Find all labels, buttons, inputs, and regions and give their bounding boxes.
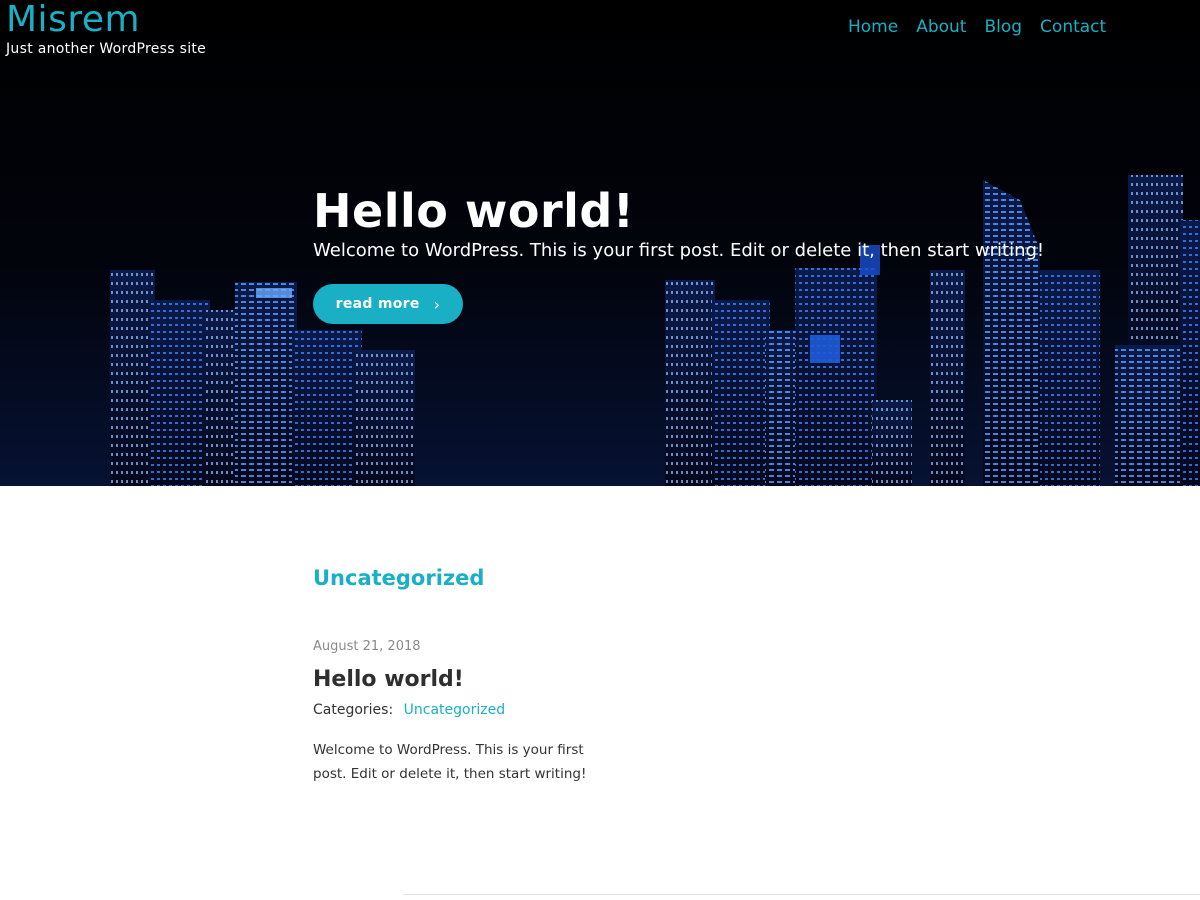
divider <box>403 894 1200 895</box>
nav-item-contact[interactable]: Contact <box>1040 17 1106 37</box>
post-categories: Categories: Uncategorized <box>313 702 1200 718</box>
hero-section: Misrem Just another WordPress site Home … <box>0 0 1200 486</box>
post-date: August 21, 2018 <box>313 639 421 654</box>
hero-excerpt: Welcome to WordPress. This is your first… <box>313 240 1045 261</box>
nav-item-about[interactable]: About <box>916 17 966 37</box>
read-more-button[interactable]: read more › <box>313 284 463 324</box>
site-title[interactable]: Misrem <box>6 0 206 40</box>
post-title[interactable]: Hello world! <box>313 667 1200 692</box>
hero-content: Hello world! Welcome to WordPress. This … <box>313 183 1093 324</box>
category-link[interactable]: Uncategorized <box>404 702 505 718</box>
site-branding: Misrem Just another WordPress site <box>6 0 206 57</box>
hero-title[interactable]: Hello world! <box>313 183 1093 239</box>
post-card: August 21, 2018 Hello world! Categories:… <box>313 639 1200 786</box>
nav-item-home[interactable]: Home <box>848 17 898 37</box>
read-more-label: read more <box>335 296 420 312</box>
post-excerpt: Welcome to WordPress. This is your first… <box>313 742 587 782</box>
main-content: Uncategorized August 21, 2018 Hello worl… <box>313 486 1200 786</box>
site-tagline: Just another WordPress site <box>6 41 207 57</box>
nav-item-blog[interactable]: Blog <box>984 17 1022 37</box>
categories-label: Categories: <box>313 702 394 718</box>
category-heading: Uncategorized <box>313 566 485 590</box>
chevron-right-icon: › <box>433 294 441 314</box>
main-navigation: Home About Blog Contact <box>848 17 1106 37</box>
